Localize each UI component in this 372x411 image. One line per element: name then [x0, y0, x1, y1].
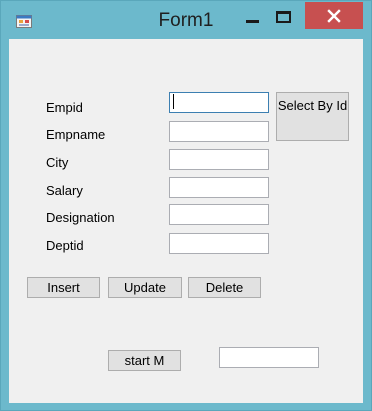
designation-input[interactable] [169, 204, 269, 225]
minimize-button[interactable] [237, 2, 268, 29]
salary-input[interactable] [169, 177, 269, 198]
minimize-icon [246, 20, 259, 23]
close-icon [327, 9, 341, 23]
empname-input[interactable] [169, 121, 269, 142]
deptid-input[interactable] [169, 233, 269, 254]
close-button[interactable] [305, 2, 363, 29]
insert-button[interactable]: Insert [27, 277, 100, 298]
form1-window: Form1 Empid Empname City Salary Designat… [0, 0, 372, 411]
city-input[interactable] [169, 149, 269, 170]
title-bar[interactable]: Form1 [1, 1, 371, 39]
salary-label: Salary [46, 183, 83, 198]
start-m-button[interactable]: start M [108, 350, 181, 371]
update-button[interactable]: Update [108, 277, 182, 298]
delete-button[interactable]: Delete [188, 277, 261, 298]
select-by-id-button[interactable]: Select By Id [276, 92, 349, 141]
city-label: City [46, 155, 69, 170]
empid-input[interactable] [169, 92, 269, 113]
empname-label: Empname [46, 127, 106, 142]
text-caret [173, 94, 174, 109]
maximize-icon [276, 11, 291, 23]
maximize-button[interactable] [268, 2, 299, 29]
deptid-label: Deptid [46, 238, 84, 253]
empid-label: Empid [46, 100, 83, 115]
designation-label: Designation [46, 210, 115, 225]
start-output-input[interactable] [219, 347, 319, 368]
